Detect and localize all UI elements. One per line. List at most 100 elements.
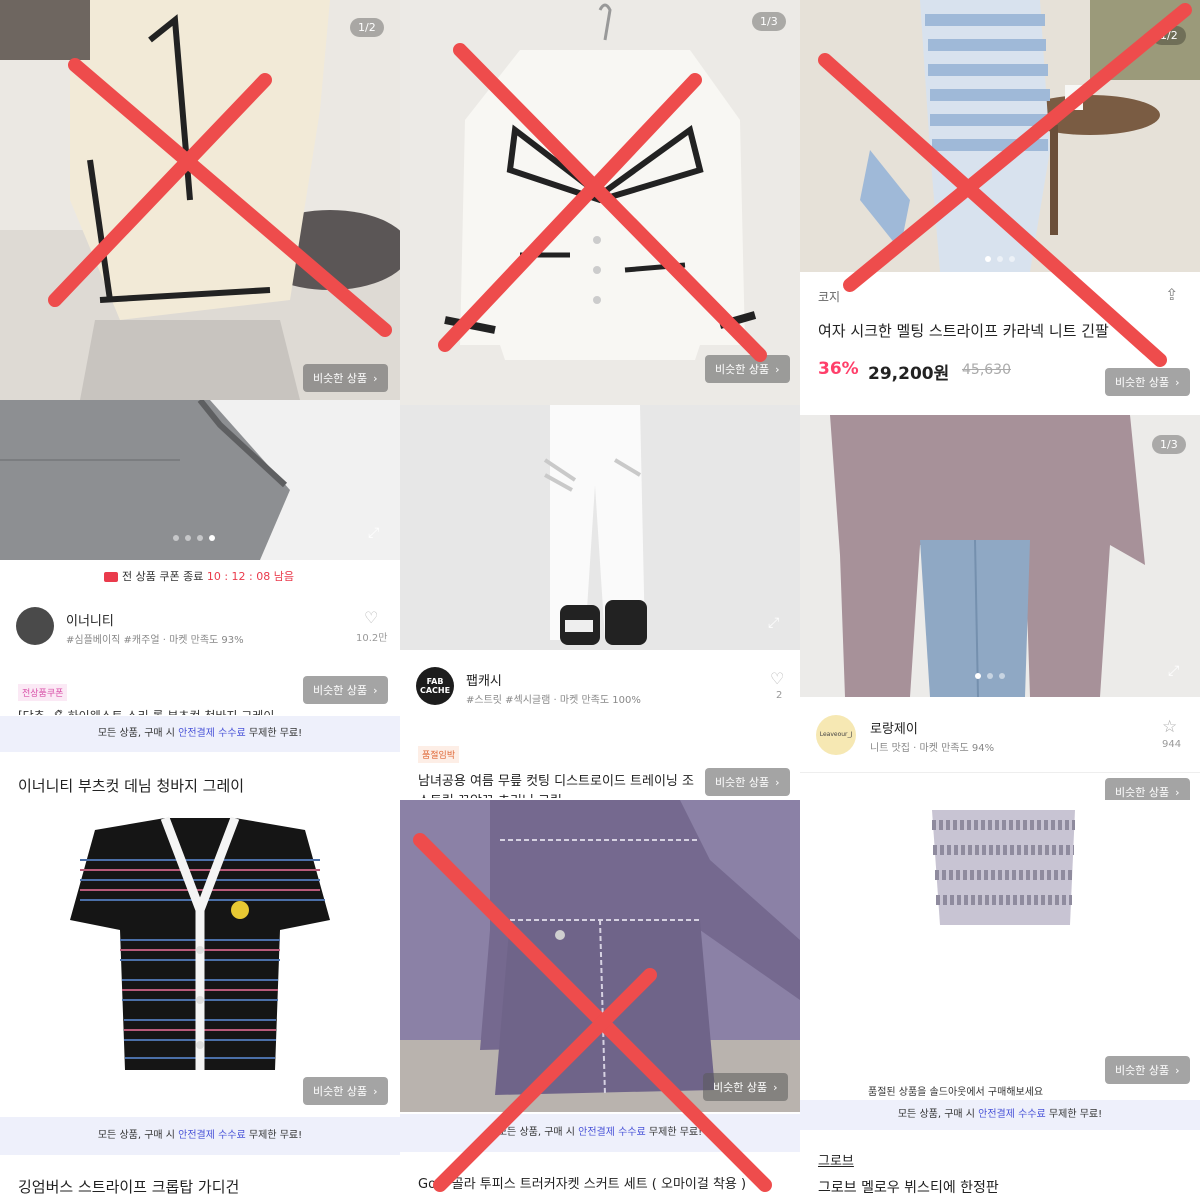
banner-prefix: 모든 상품, 구매 시 [97,728,179,739]
shop-meta: #스트릿 #섹시글램 · 마켓 만족도 100% [466,695,641,706]
banner-highlight: 안전결제 수수료 [178,728,246,739]
image-dots [985,256,1015,262]
partial-title: [단추 🖋 하이웨스트 스리 롤 부츠컷 청바지 그레이 [18,707,274,715]
soldout-notice-text: 품절된 상품을 솔드아웃에서 구매해보세요 [868,1087,1044,1098]
image-dots [975,673,1005,679]
product-card-stripe-knit[interactable]: 1/2 코지 ⇪ 여자 시크한 멜팅 스트라이프 카라넥 니트 긴팔 36% 2… [800,0,1200,415]
chevron-right-icon: › [775,363,780,376]
photo-illustration [800,800,1200,1100]
divider [800,772,1200,773]
shop-name[interactable]: 이너니티 [66,610,114,629]
image-counter: 1/2 [1152,26,1186,45]
chevron-right-icon: › [1175,376,1180,389]
banner-prefix: 모든 상품, 구매 시 [897,1109,979,1120]
product-card-stripe-crop[interactable]: 비슷한 상품 › 모든 상품, 구매 시 안전결제 수수료 무제한 무료! 깅엄버… [0,800,400,1200]
banner-highlight: 안전결제 수수료 [978,1109,1046,1120]
expand-icon[interactable]: ⤢ [368,525,379,541]
share-icon[interactable]: ⇪ [1165,285,1178,304]
image-counter: 1/2 [350,18,384,37]
product-photo [0,0,400,400]
similar-products-button[interactable]: 비슷한 상품 › [705,768,790,796]
shop-meta: 니트 맛집 · 마켓 만족도 94% [870,743,995,754]
product-photo [0,800,400,1115]
banner-highlight: 안전결제 수수료 [178,1130,246,1141]
likes-count: 2 [776,690,783,701]
banner-suffix: 무제한 무료! [245,728,303,739]
similar-products-button[interactable]: 비슷한 상품 › [703,1073,788,1101]
product-photo [800,0,1200,272]
chevron-right-icon: › [373,372,378,385]
shop-name[interactable]: 로랑제이 [870,718,918,737]
chevron-right-icon: › [1175,1064,1180,1077]
banner-prefix: 모든 상품, 구매 시 [97,1130,179,1141]
similar-label: 비슷한 상품 [313,1085,368,1098]
free-fee-banner: 모든 상품, 구매 시 안전결제 수수료 무제한 무료! [0,1117,400,1155]
similar-label: 비슷한 상품 [1115,786,1170,799]
price: 29,200원 [868,364,950,384]
shop-logo-text: FAB CACHE [419,677,451,695]
photo-illustration [800,415,1200,697]
expand-icon[interactable]: ⤢ [768,615,779,631]
free-fee-banner: 모든 상품, 구매 시 안전결제 수수료 무제한 무료! [0,716,400,752]
shop-name[interactable]: 그로브 [818,1150,854,1169]
coupon-timer: 10 : 12 : 08 남음 [206,570,294,583]
similar-products-button[interactable]: 비슷한 상품 › [303,364,388,392]
chevron-right-icon: › [775,776,780,789]
photo-illustration [800,0,1200,272]
banner-highlight: 안전결제 수수료 [578,1127,646,1138]
similar-products-button[interactable]: 비슷한 상품 › [303,1077,388,1105]
product-card-bustier[interactable]: 비슷한 상품 › 품절된 상품을 솔드아웃에서 구매해보세요 모든 상품, 구매 … [800,800,1200,1200]
coupon-countdown: 전 상품 쿠폰 종료 10 : 12 : 08 남음 [104,568,294,584]
photo-illustration [400,0,800,405]
expand-icon[interactable]: ⤢ [1168,663,1179,679]
product-photo [400,800,800,1112]
chevron-right-icon: › [773,1081,778,1094]
star-icon[interactable]: ☆ [1162,717,1177,737]
shop-logo-text: Leaveour_J [819,731,853,738]
heart-icon[interactable]: ♡ [770,669,784,688]
product-title: 이너니티 부츠컷 데님 청바지 그레이 [18,777,245,795]
heart-icon[interactable]: ♡ [364,608,378,627]
similar-products-button[interactable]: 비슷한 상품 › [705,355,790,383]
shop-name[interactable]: 팹캐시 [466,670,502,689]
banner-suffix: 무제한 무료! [245,1130,303,1141]
coupon-label: 전 상품 쿠폰 종료 [122,570,207,583]
soldout-soon-badge: 품절임박 [418,746,460,763]
image-counter: 1/3 [1152,435,1186,454]
similar-products-button[interactable]: 비슷한 상품 › [303,676,388,704]
product-card-white-cardigan[interactable]: 1/3 비슷한 상품 › [400,0,800,405]
shop-avatar[interactable] [16,607,54,645]
similar-products-button[interactable]: 비슷한 상품 › [1105,368,1190,396]
product-photo [400,405,800,650]
product-photo [400,0,800,405]
product-card-denim-set[interactable]: 비슷한 상품 › 모든 상품, 구매 시 안전결제 수수료 무제한 무료! Gol… [400,800,800,1200]
coupon-icon [104,572,118,582]
similar-products-button[interactable]: 비슷한 상품 › [1105,778,1190,800]
similar-label: 비슷한 상품 [715,776,770,789]
image-dots [173,535,215,541]
photo-illustration [400,800,800,1112]
chevron-right-icon: › [1175,786,1180,799]
product-card-cream-jacket[interactable]: 1/2 비슷한 상품 › [0,0,400,400]
product-card-training-pants[interactable]: ⤢ FAB CACHE 팹캐시 #스트릿 #섹시글램 · 마켓 만족도 100%… [400,405,800,800]
product-card-mauve-knit[interactable]: 1/3 ⤢ Leaveour_J 로랑제이 니트 맛집 · 마켓 만족도 94%… [800,415,1200,800]
product-card-grey-jeans[interactable]: ⤢ 전 상품 쿠폰 종료 10 : 12 : 08 남음 이너니티 #심플베이직… [0,400,400,800]
banner-suffix: 무제한 무료! [1045,1109,1103,1120]
shop-logo[interactable]: FAB CACHE [416,667,454,705]
product-title: 깅엄버스 스트라이프 크롭탑 가디건 [18,1178,240,1196]
similar-label: 비슷한 상품 [313,684,368,697]
shop-logo[interactable]: Leaveour_J [816,715,856,755]
product-title: 여자 시크한 멜팅 스트라이프 카라넥 니트 긴팔 [818,322,1109,340]
similar-products-button[interactable]: 비슷한 상품 › [1105,1056,1190,1084]
banner-prefix: 모든 상품, 구매 시 [497,1127,579,1138]
similar-label: 비슷한 상품 [715,363,770,376]
shop-meta: #심플베이직 #캐주얼 · 마켓 만족도 93% [66,635,244,646]
product-photo [800,800,1200,1100]
photo-illustration [400,405,800,650]
product-title: 그로브 멜로우 뷔스티에 한정판 [818,1180,999,1196]
image-counter: 1/3 [752,12,786,31]
original-price: 45,630 [962,362,1011,378]
seller-name[interactable]: 코지 [818,288,840,305]
likes-count: 944 [1162,739,1182,750]
product-title-line2: 스트링 꼬앞꼬 츠리닝 크림 [418,790,562,798]
